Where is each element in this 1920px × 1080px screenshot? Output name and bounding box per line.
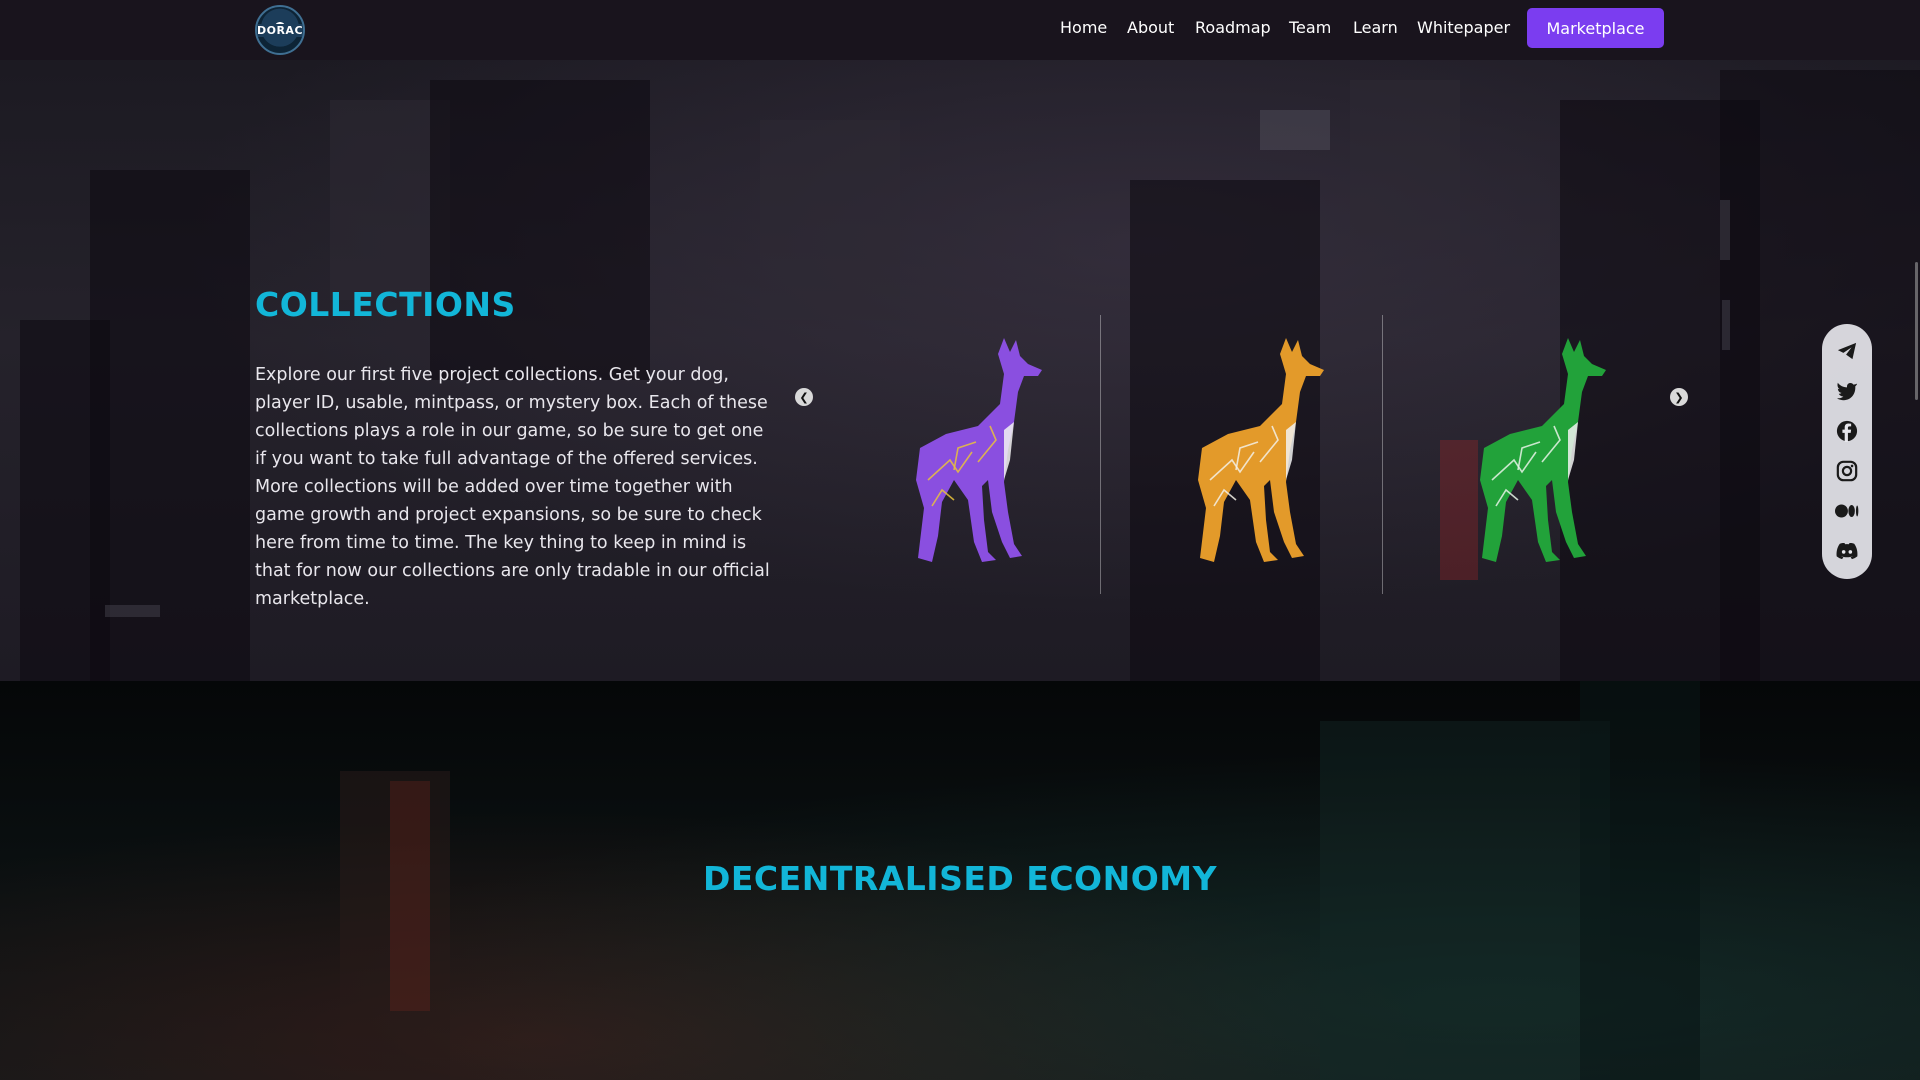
bg-window bbox=[1720, 200, 1730, 260]
slide-divider bbox=[1382, 315, 1383, 594]
green-dog-chest bbox=[1568, 422, 1578, 480]
slide-divider bbox=[1100, 315, 1101, 594]
bg-building bbox=[430, 80, 650, 380]
bg-building bbox=[760, 120, 900, 320]
nav-link-home[interactable]: Home bbox=[1060, 18, 1107, 37]
marketplace-button[interactable]: Marketplace bbox=[1527, 8, 1664, 48]
chevron-left-icon: ❮ bbox=[799, 390, 809, 404]
economy-title: DECENTRALISED ECONOMY bbox=[703, 859, 1217, 898]
green-dog-body bbox=[1480, 338, 1606, 562]
bg-building bbox=[1350, 80, 1460, 240]
nav-link-team[interactable]: Team bbox=[1289, 18, 1331, 37]
bg-building bbox=[20, 320, 110, 681]
orange-dog-chest bbox=[1286, 422, 1296, 480]
collections-description: Explore our first five project collectio… bbox=[255, 365, 770, 609]
purple-dog-body bbox=[916, 338, 1042, 562]
bg-building bbox=[1320, 721, 1610, 1080]
carousel-prev-button[interactable]: ❮ bbox=[795, 388, 813, 406]
telegram-icon[interactable] bbox=[1835, 339, 1859, 363]
nav-link-whitepaper[interactable]: Whitepaper bbox=[1417, 18, 1510, 37]
orange-dog-image[interactable] bbox=[1140, 330, 1340, 580]
logo-text: DORAC bbox=[256, 23, 304, 37]
discord-icon[interactable] bbox=[1835, 539, 1859, 563]
nav-link-roadmap[interactable]: Roadmap bbox=[1195, 18, 1271, 37]
chevron-right-icon: ❯ bbox=[1674, 390, 1684, 404]
nav-link-learn[interactable]: Learn bbox=[1353, 18, 1398, 37]
instagram-icon[interactable] bbox=[1835, 459, 1859, 483]
green-dog-image[interactable] bbox=[1422, 330, 1622, 580]
dorac-logo[interactable]: DORAC bbox=[255, 5, 305, 55]
collections-section: COLLECTIONS Explore our first five proje… bbox=[0, 60, 1920, 681]
carousel-next-button[interactable]: ❯ bbox=[1670, 388, 1688, 406]
purple-dog-image[interactable] bbox=[858, 330, 1058, 580]
medium-icon[interactable] bbox=[1835, 499, 1859, 523]
bg-window bbox=[1260, 110, 1330, 150]
collections-title: COLLECTIONS bbox=[255, 285, 516, 324]
top-navbar: DORAC Home About Roadmap Team Learn Whit… bbox=[0, 0, 1920, 60]
orange-dog-body bbox=[1198, 338, 1324, 562]
purple-dog-chest bbox=[1004, 422, 1014, 480]
twitter-icon[interactable] bbox=[1835, 379, 1859, 403]
bg-window bbox=[1722, 300, 1730, 350]
economy-section: DECENTRALISED ECONOMY bbox=[0, 681, 1920, 1080]
purple-dog-shape bbox=[916, 338, 1042, 562]
bg-window bbox=[105, 605, 160, 617]
orange-dog-shape bbox=[1198, 338, 1324, 562]
social-sidebar bbox=[1822, 324, 1872, 579]
facebook-icon[interactable] bbox=[1835, 419, 1859, 443]
green-dog-shape bbox=[1480, 338, 1606, 562]
nav-link-about[interactable]: About bbox=[1127, 18, 1174, 37]
bg-building bbox=[1720, 70, 1920, 681]
page-scrollbar[interactable] bbox=[1915, 262, 1918, 400]
